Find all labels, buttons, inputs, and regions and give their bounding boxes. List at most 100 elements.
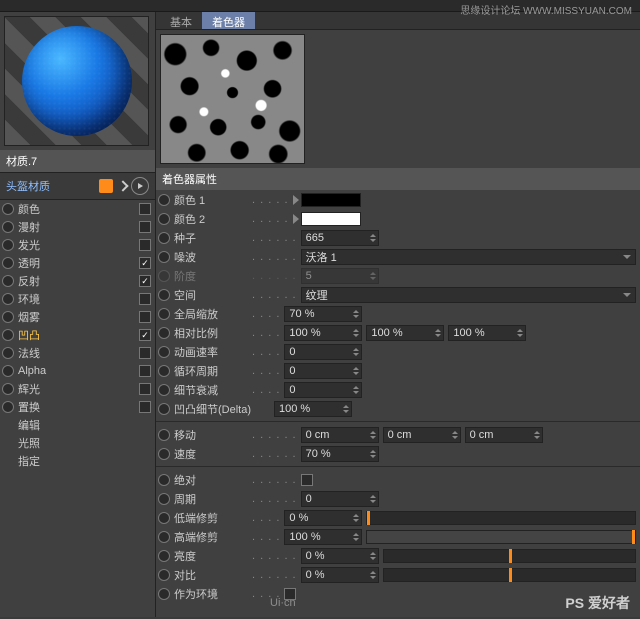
channel-checkbox[interactable] (139, 257, 151, 269)
rel-x-input[interactable]: 100 % (284, 325, 362, 341)
rel-y-input[interactable]: 100 % (366, 325, 444, 341)
tab-basic[interactable]: 基本 (160, 12, 202, 29)
noise-dropdown[interactable]: 沃洛 1 (301, 249, 636, 265)
channel-radio[interactable] (2, 257, 14, 269)
channel-反射[interactable]: 反射 (0, 272, 155, 290)
anim-toggle[interactable] (158, 289, 170, 301)
channel-checkbox[interactable] (139, 275, 151, 287)
noise-preview[interactable] (160, 34, 305, 164)
channel-radio[interactable] (2, 347, 14, 359)
channel-radio[interactable] (2, 239, 14, 251)
channel-label: 烟雾 (18, 309, 139, 325)
channel-checkbox[interactable] (139, 311, 151, 323)
channel-颜色[interactable]: 颜色 (0, 200, 155, 218)
channel-置换[interactable]: 置换 (0, 398, 155, 416)
anim-input[interactable]: 0 (284, 344, 362, 360)
lowclip-input[interactable]: 0 % (284, 510, 362, 526)
label-contrast: 对比 (174, 567, 252, 583)
channel-辉光[interactable]: 辉光 (0, 380, 155, 398)
channel-radio[interactable] (2, 221, 14, 233)
tab-shader[interactable]: 着色器 (202, 12, 255, 29)
channel-发光[interactable]: 发光 (0, 236, 155, 254)
channel-checkbox[interactable] (139, 203, 151, 215)
channel-烟雾[interactable]: 烟雾 (0, 308, 155, 326)
rel-z-input[interactable]: 100 % (448, 325, 526, 341)
channel-radio[interactable] (2, 329, 14, 341)
channel-radio[interactable] (2, 365, 14, 377)
channel-radio[interactable] (2, 203, 14, 215)
row-octaves: 阶度. . . . . .5 (156, 266, 640, 285)
detail-input[interactable]: 0 (284, 382, 362, 398)
channel-radio[interactable] (2, 401, 14, 413)
channel-checkbox[interactable] (139, 221, 151, 233)
channel-checkbox[interactable] (139, 239, 151, 251)
contrast-input[interactable]: 0 % (301, 567, 379, 583)
material-name-field[interactable]: 材质.7 (0, 150, 155, 173)
anim-toggle[interactable] (158, 569, 170, 581)
anim-toggle[interactable] (158, 474, 170, 486)
bright-slider[interactable] (383, 549, 636, 563)
move-z-input[interactable]: 0 cm (465, 427, 543, 443)
navigate-icon[interactable] (131, 177, 149, 195)
channel-checkbox[interactable] (139, 365, 151, 377)
anim-toggle[interactable] (158, 251, 170, 263)
channel-radio[interactable] (2, 275, 14, 287)
speed-input[interactable]: 70 % (301, 446, 379, 462)
channel-光照[interactable]: 光照 (0, 434, 155, 452)
bright-input[interactable]: 0 % (301, 548, 379, 564)
material-preview[interactable] (4, 16, 149, 146)
highclip-slider[interactable] (366, 530, 636, 544)
delta-input[interactable]: 100 % (274, 401, 352, 417)
channel-checkbox[interactable] (139, 347, 151, 359)
move-y-input[interactable]: 0 cm (383, 427, 461, 443)
channel-法线[interactable]: 法线 (0, 344, 155, 362)
label-lowclip: 低端修剪 (174, 510, 252, 526)
anim-toggle[interactable] (158, 512, 170, 524)
lowclip-slider[interactable] (366, 511, 636, 525)
material-header[interactable]: 头盔材质 (0, 173, 155, 200)
seed-input[interactable]: 665 (301, 230, 379, 246)
channel-凹凸[interactable]: 凹凸 (0, 326, 155, 344)
anim-toggle[interactable] (158, 493, 170, 505)
anim-toggle[interactable] (158, 232, 170, 244)
anim-toggle[interactable] (158, 346, 170, 358)
space-dropdown[interactable]: 纹理 (301, 287, 636, 303)
chevron-right-icon[interactable] (117, 180, 128, 191)
anim-toggle[interactable] (158, 308, 170, 320)
color1-swatch[interactable] (293, 193, 361, 207)
move-x-input[interactable]: 0 cm (301, 427, 379, 443)
global-input[interactable]: 70 % (284, 306, 362, 322)
channel-radio[interactable] (2, 293, 14, 305)
channel-checkbox[interactable] (139, 329, 151, 341)
contrast-slider[interactable] (383, 568, 636, 582)
channel-透明[interactable]: 透明 (0, 254, 155, 272)
anim-toggle[interactable] (158, 448, 170, 460)
channel-radio[interactable] (2, 383, 14, 395)
channel-checkbox[interactable] (139, 383, 151, 395)
channel-checkbox[interactable] (139, 401, 151, 413)
anim-toggle[interactable] (158, 365, 170, 377)
period-input[interactable]: 0 (301, 491, 379, 507)
channel-radio[interactable] (2, 311, 14, 323)
anim-toggle[interactable] (158, 194, 170, 206)
channel-Alpha[interactable]: Alpha (0, 362, 155, 380)
anim-toggle[interactable] (158, 327, 170, 339)
anim-toggle[interactable] (158, 213, 170, 225)
channel-checkbox[interactable] (139, 293, 151, 305)
channel-漫射[interactable]: 漫射 (0, 218, 155, 236)
color2-swatch[interactable] (293, 212, 361, 226)
anim-toggle[interactable] (158, 550, 170, 562)
cycle-input[interactable]: 0 (284, 363, 362, 379)
row-anim-speed: 动画速率. . . .0 (156, 342, 640, 361)
highclip-input[interactable]: 100 % (284, 529, 362, 545)
channel-label: 指定 (18, 453, 151, 469)
anim-toggle[interactable] (158, 531, 170, 543)
anim-toggle[interactable] (158, 384, 170, 396)
channel-指定[interactable]: 指定 (0, 452, 155, 470)
channel-环境[interactable]: 环境 (0, 290, 155, 308)
anim-toggle[interactable] (158, 588, 170, 600)
anim-toggle[interactable] (158, 429, 170, 441)
channel-编辑[interactable]: 编辑 (0, 416, 155, 434)
anim-toggle[interactable] (158, 403, 170, 415)
abs-checkbox[interactable] (301, 474, 313, 486)
